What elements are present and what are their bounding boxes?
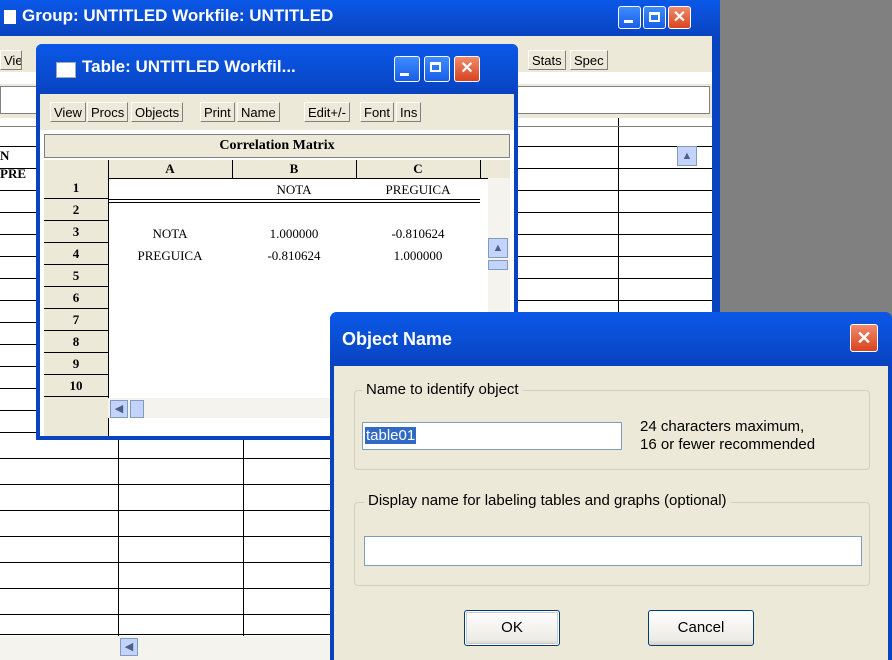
table-toolbar: View Procs Objects Print Name Edit+/- Fo… <box>40 94 514 130</box>
display-group-label: Display name for labeling tables and gra… <box>364 492 731 509</box>
group-vscroll-up[interactable]: ▲ <box>677 146 697 166</box>
dialog-body: Name to identify object table01 24 chara… <box>334 366 888 660</box>
row-number[interactable]: 3 <box>44 224 108 240</box>
cancel-button[interactable]: Cancel <box>648 610 754 646</box>
name-group-label: Name to identify object <box>362 381 523 398</box>
table-minimize-button[interactable] <box>394 56 420 82</box>
table-hscroll-thumb[interactable] <box>130 400 144 418</box>
table-double-rule <box>108 199 480 200</box>
table-name-button[interactable]: Name <box>237 102 280 122</box>
table-print-button[interactable]: Print <box>200 102 235 122</box>
group-maximize-button[interactable] <box>643 6 666 29</box>
name-hint-line1: 24 characters maximum, <box>640 418 805 435</box>
group-title-bar[interactable]: Group: UNTITLED Workfile: UNTITLED ✕ <box>0 0 720 36</box>
desktop-background <box>720 0 892 320</box>
cancel-button-label: Cancel <box>677 619 725 636</box>
row-number[interactable]: 9 <box>44 356 108 372</box>
object-name-input[interactable]: table01 <box>362 422 622 450</box>
table-window-icon <box>56 62 76 78</box>
ok-button[interactable]: OK <box>464 610 560 646</box>
row-number[interactable]: 6 <box>44 290 108 306</box>
group-left-label-1: N <box>0 148 10 163</box>
table-title: Table: UNTITLED Workfil... <box>82 57 296 76</box>
row-number[interactable]: 2 <box>44 202 108 218</box>
table-font-button[interactable]: Font <box>360 102 395 122</box>
table-edit-button[interactable]: Edit+/- <box>304 102 350 122</box>
cell-b3[interactable]: 1.000000 <box>236 226 352 242</box>
row-number[interactable]: 10 <box>44 378 108 394</box>
group-view-button[interactable]: View <box>0 50 22 70</box>
close-icon: ✕ <box>460 60 474 77</box>
dialog-close-button[interactable]: ✕ <box>850 324 878 352</box>
dialog-title-bar[interactable]: Object Name ✕ <box>330 312 892 366</box>
table-vscroll-thumb[interactable] <box>488 260 508 270</box>
cell-a4[interactable]: PREGUICA <box>112 248 228 264</box>
group-stats-button[interactable]: Stats <box>528 50 566 70</box>
row-number[interactable]: 7 <box>44 312 108 328</box>
display-name-input[interactable] <box>364 536 862 566</box>
row-number[interactable]: 1 <box>44 180 108 196</box>
cell-b4[interactable]: -0.810624 <box>236 248 352 264</box>
group-title: Group: UNTITLED Workfile: UNTITLED <box>22 6 334 25</box>
table-vscroll-up[interactable]: ▲ <box>488 238 508 258</box>
table-maximize-button[interactable] <box>424 56 450 82</box>
table-procs-button[interactable]: Procs <box>87 102 129 122</box>
group-spec-button[interactable]: Spec <box>570 50 608 70</box>
correlation-matrix-title: Correlation Matrix <box>219 138 335 153</box>
group-close-button[interactable]: ✕ <box>668 6 691 29</box>
close-icon: ✕ <box>672 9 687 26</box>
table-view-button[interactable]: View <box>50 102 86 122</box>
cell-c1[interactable]: PREGUICA <box>360 182 476 198</box>
ok-button-label: OK <box>501 619 523 636</box>
column-header-a[interactable]: A <box>108 161 232 177</box>
name-hint-line2: 16 or fewer recommended <box>640 436 816 453</box>
table-hscroll-left[interactable]: ◀ <box>110 400 128 418</box>
table-objects-button[interactable]: Objects <box>131 102 184 122</box>
table-title-bar[interactable]: Table: UNTITLED Workfil... ✕ <box>36 44 518 94</box>
column-header-c[interactable]: C <box>356 161 480 177</box>
row-number[interactable]: 8 <box>44 334 108 350</box>
object-name-input-value: table01 <box>365 427 417 444</box>
close-icon: ✕ <box>856 328 872 348</box>
object-name-dialog: Object Name ✕ Name to identify object ta… <box>330 312 892 660</box>
dialog-title: Object Name <box>342 329 453 349</box>
cell-a3[interactable]: NOTA <box>112 226 228 242</box>
table-ins-button[interactable]: Ins <box>396 102 422 122</box>
cell-c3[interactable]: -0.810624 <box>360 226 476 242</box>
row-number[interactable]: 4 <box>44 246 108 262</box>
column-header-b[interactable]: B <box>232 161 356 177</box>
cell-c4[interactable]: 1.000000 <box>360 248 476 264</box>
group-window-icon <box>4 10 16 24</box>
row-number[interactable]: 5 <box>44 268 108 284</box>
group-minimize-button[interactable] <box>618 6 641 29</box>
cell-b1[interactable]: NOTA <box>236 182 352 198</box>
table-close-button[interactable]: ✕ <box>454 56 480 82</box>
group-hscroll-left[interactable]: ◀ <box>120 638 138 656</box>
